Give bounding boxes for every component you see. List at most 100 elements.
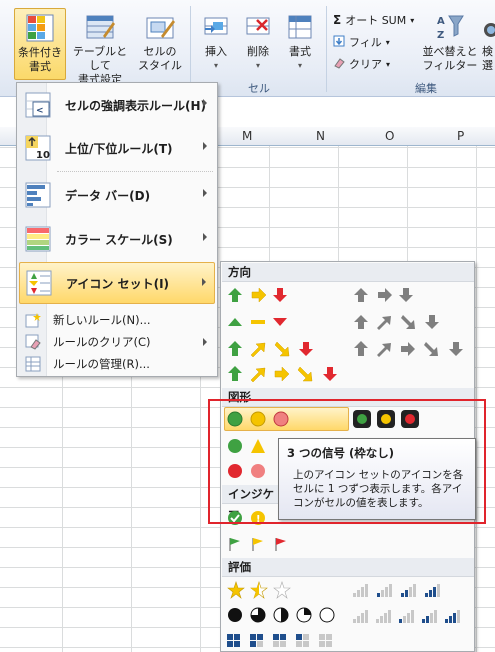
new-rule-icon — [25, 312, 41, 328]
rating-box — [326, 634, 332, 640]
find-binoculars-icon — [482, 12, 495, 42]
find-select-button[interactable]: 検 選 — [482, 12, 495, 73]
data-bars-icon — [23, 180, 53, 210]
icon-set-5-arrows-colored[interactable] — [227, 365, 342, 383]
three-triangles-icon — [228, 318, 287, 326]
four-rating-bars-icon — [353, 584, 440, 597]
menu-item-data-bars[interactable]: データ バー(D) — [19, 174, 215, 216]
rating-box — [280, 634, 286, 640]
icon-set-3-stars[interactable] — [227, 581, 297, 599]
column-header-o[interactable]: O — [385, 129, 394, 143]
menu-item-label: セルの強調表示ルール(H) — [65, 98, 207, 113]
section-header-ratings: 評価 — [222, 558, 474, 577]
rating-bar — [434, 610, 437, 623]
icon-set-4-arrows-gray[interactable] — [353, 314, 443, 330]
submenu-arrow-icon — [203, 99, 207, 107]
cell-styles-label: セルの スタイル — [138, 45, 182, 72]
eraser-icon — [333, 57, 345, 72]
insert-label: 挿入 — [205, 45, 227, 58]
menu-item-manage-rules[interactable]: ルールの管理(R)... — [19, 354, 215, 374]
rating-bar — [405, 590, 408, 597]
menu-item-label: ルールのクリア(C) — [53, 335, 151, 349]
icon-set-5-boxes[interactable] — [227, 634, 342, 648]
rating-bar — [407, 613, 410, 623]
icon-set-3-flags[interactable] — [227, 536, 297, 552]
menu-item-label: 新しいルール(N)... — [53, 313, 151, 327]
column-header-m[interactable]: M — [242, 129, 252, 143]
rating-bar — [365, 610, 368, 623]
rating-box — [303, 634, 309, 640]
find-select-label: 検 選 — [482, 45, 493, 72]
autosum-dropdown-icon: ▾ — [410, 15, 415, 25]
top-bottom-rules-icon: 10 — [23, 133, 53, 163]
rating-bar — [433, 587, 436, 597]
cells-group-label: セル — [248, 82, 270, 95]
delete-button[interactable]: 削除 ▾ — [238, 12, 278, 73]
conditional-format-button[interactable]: 条件付き 書式 — [14, 8, 66, 80]
three-stars-icon — [227, 581, 291, 599]
format-dropdown-icon[interactable]: ▾ — [298, 59, 302, 73]
svg-text:<: < — [36, 106, 44, 116]
column-header-n[interactable]: N — [316, 129, 325, 143]
section-header-direction: 方向 — [222, 263, 474, 282]
menu-item-icon-sets[interactable]: アイコン セット(I) — [19, 262, 215, 304]
fill-down-icon — [333, 35, 345, 50]
format-button[interactable]: 書式 ▾ — [280, 12, 320, 73]
delete-label: 削除 — [247, 45, 269, 58]
menu-item-label: アイコン セット(I) — [66, 276, 170, 291]
rating-box — [250, 634, 256, 640]
rating-bar — [409, 587, 412, 597]
rating-bar — [376, 619, 379, 623]
rating-bar — [425, 593, 428, 597]
rating-bar — [384, 613, 387, 623]
rating-bar — [361, 613, 364, 623]
menu-item-color-scales[interactable]: カラー スケール(S) — [19, 218, 215, 260]
svg-text:10: 10 — [36, 150, 50, 161]
icon-set-4-ratings-bars[interactable] — [353, 581, 453, 597]
rating-bar — [388, 610, 391, 623]
sigma-icon: Σ — [333, 13, 342, 27]
rating-bar — [453, 613, 456, 623]
rating-bar — [353, 593, 356, 597]
clear-rules-icon — [25, 334, 41, 350]
cell-styles-button[interactable]: セルの スタイル — [134, 12, 186, 73]
rating-bar — [399, 619, 402, 623]
menu-item-new-rule[interactable]: 新しいルール(N)... — [19, 310, 215, 330]
rating-bar — [411, 610, 414, 623]
delete-cells-icon — [243, 12, 273, 42]
icon-set-3-arrows-gray[interactable] — [353, 287, 423, 303]
conditional-format-icon — [25, 13, 55, 43]
four-gray-arrows-icon — [354, 315, 439, 330]
icon-set-5-quarters[interactable] — [227, 607, 342, 623]
icon-set-3-triangles[interactable] — [227, 314, 297, 330]
autosum-button[interactable]: Σ オート SUM ▾ — [333, 11, 414, 29]
column-header-p[interactable]: P — [457, 129, 464, 143]
delete-dropdown-icon[interactable]: ▾ — [256, 59, 260, 73]
icon-set-5-arrows-gray[interactable] — [353, 340, 468, 358]
three-flags-icon — [229, 538, 286, 551]
menu-item-highlight-cells-rules[interactable]: < セルの強調表示ルール(H) — [19, 84, 215, 126]
sort-filter-button[interactable]: AZ 並べ替えと フィルター — [420, 12, 480, 73]
rating-box — [296, 641, 302, 647]
menu-item-clear-rules[interactable]: ルールのクリア(C) — [19, 332, 215, 352]
icon-set-4-arrows-colored[interactable] — [227, 340, 317, 358]
submenu-arrow-icon — [203, 233, 207, 241]
cell-styles-icon — [145, 12, 175, 42]
insert-dropdown-icon[interactable]: ▾ — [214, 59, 218, 73]
submenu-arrow-icon — [202, 278, 206, 286]
color-scales-icon — [23, 224, 53, 254]
five-rating-bars-icon — [353, 610, 460, 623]
rating-box — [273, 641, 279, 647]
icon-sets-icon — [24, 268, 54, 298]
fill-button[interactable]: フィル ▾ — [333, 33, 390, 51]
clear-button[interactable]: クリア ▾ — [333, 55, 390, 73]
icon-set-5-ratings-bars[interactable] — [353, 607, 468, 623]
highlight-cells-rules-icon: < — [23, 90, 53, 120]
format-as-table-button[interactable]: テーブルとして 書式設定 — [68, 12, 132, 87]
rating-bar — [445, 619, 448, 623]
menu-item-top-bottom-rules[interactable]: 10 上位/下位ルール(T) — [19, 127, 215, 169]
svg-text:Z: Z — [437, 30, 444, 41]
insert-button[interactable]: 挿入 ▾ — [196, 12, 236, 73]
icon-set-3-arrows-colored[interactable] — [227, 287, 297, 303]
rating-box — [319, 641, 325, 647]
